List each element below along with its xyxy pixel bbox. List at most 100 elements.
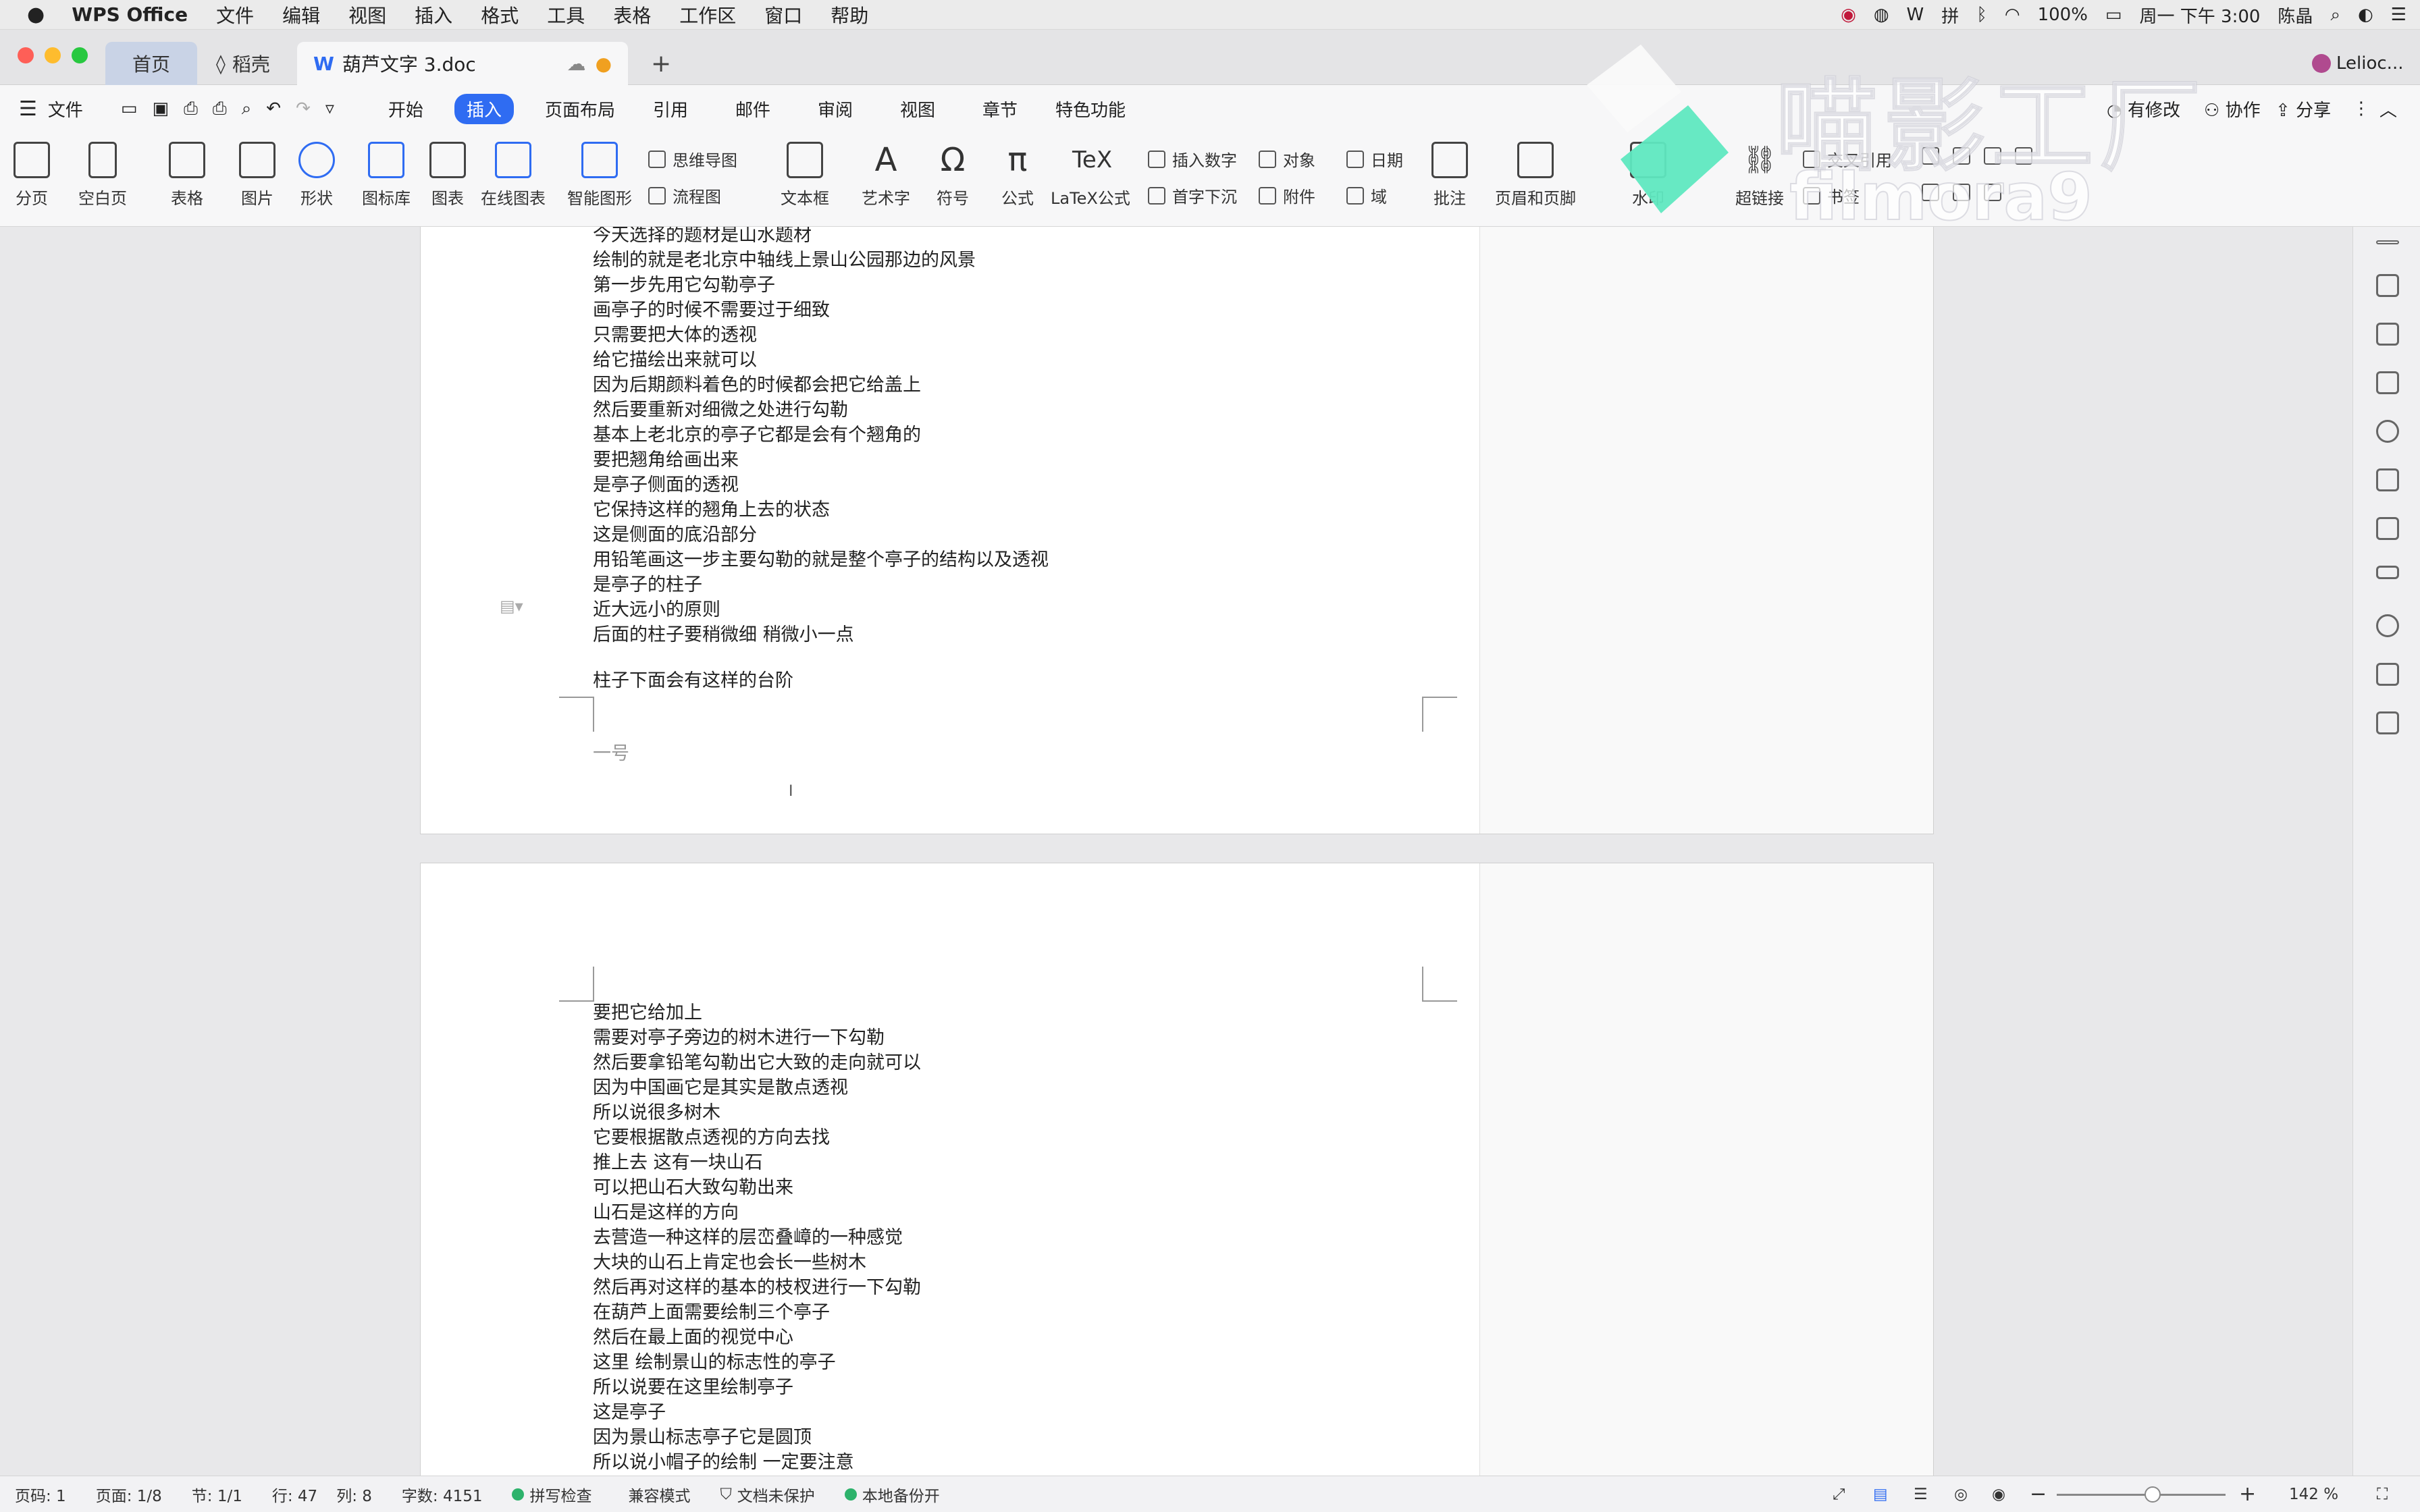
text-line[interactable]: 它要根据散点透视的方向去找: [593, 1125, 830, 1150]
zoom-out-button[interactable]: −: [2030, 1482, 2047, 1506]
minimize-window-button[interactable]: [45, 47, 61, 63]
insert-number-button[interactable]: 插入数字: [1148, 147, 1237, 171]
status-section[interactable]: 节: 1/1: [192, 1483, 242, 1506]
hyperlink-button[interactable]: ⛓ 超链接: [1735, 142, 1784, 209]
wifi-icon[interactable]: ◠: [2005, 5, 2020, 25]
fit-page-icon[interactable]: ⛶: [2377, 1486, 2388, 1503]
input-method-icon[interactable]: 拼: [1941, 3, 1959, 28]
share-button[interactable]: ⇪ 分享: [2276, 97, 2331, 122]
redo-icon[interactable]: ↷: [296, 99, 311, 119]
spell-check-button[interactable]: 拼写检查: [512, 1483, 591, 1506]
tab-page-layout[interactable]: 页面布局: [545, 97, 615, 122]
text-line[interactable]: 要把它给加上: [593, 1000, 702, 1025]
crossref-button[interactable]: 交叉引用: [1803, 147, 1892, 171]
text-line[interactable]: 画亭子的时候不需要过于细致: [593, 298, 830, 323]
latex-button[interactable]: TeX LaTeX公式: [1051, 142, 1130, 209]
symbol-button[interactable]: Ω 符号: [935, 142, 971, 209]
text-line[interactable]: 大块的山石上肯定也会长一些树木: [593, 1250, 866, 1275]
menu-window[interactable]: 窗口: [764, 1, 802, 28]
open-folder-icon[interactable]: ▭: [121, 99, 138, 119]
wechat-icon[interactable]: ◍: [1874, 5, 1889, 25]
page-1-footer-text[interactable]: 一号: [593, 741, 629, 766]
watermark-button[interactable]: 水印: [1630, 142, 1666, 209]
text-line[interactable]: 可以把山石大致勾勒出来: [593, 1175, 793, 1200]
text-line[interactable]: 然后再对这样的基本的枝杈进行一下勾勒: [593, 1275, 921, 1300]
form-frame-icon[interactable]: [1922, 184, 1939, 201]
battery-icon[interactable]: ▭: [2105, 5, 2122, 25]
text-line[interactable]: 后面的柱子要稍微细 稍微小一点: [593, 622, 854, 647]
shapes-icon[interactable]: [2376, 323, 2399, 346]
tab-daoke[interactable]: ◊ 稻壳: [200, 42, 294, 85]
table-button[interactable]: 表格: [169, 142, 205, 209]
image-icon[interactable]: [2376, 711, 2399, 734]
local-backup-button[interactable]: 本地备份开: [844, 1483, 940, 1506]
menu-insert[interactable]: 插入: [415, 1, 452, 28]
save-icon[interactable]: ▣: [153, 99, 169, 119]
form-checkbox-icon[interactable]: [1953, 147, 1970, 165]
form-list-icon[interactable]: [1984, 147, 2001, 165]
fullscreen-icon[interactable]: ⤢: [1833, 1486, 1845, 1503]
print-icon[interactable]: ⎙: [213, 99, 227, 119]
text-line[interactable]: 第一步先用它勾勒亭子: [593, 273, 775, 298]
collab-button[interactable]: ⚇ 协作: [2204, 97, 2261, 122]
comment-button[interactable]: 批注: [1431, 142, 1468, 209]
tab-references[interactable]: 引用: [653, 97, 688, 122]
status-words[interactable]: 字数: 4151: [402, 1483, 483, 1506]
form-spin-icon[interactable]: [1984, 184, 2001, 201]
outline-view-icon[interactable]: ☰: [1914, 1486, 1928, 1503]
tab-chapter[interactable]: 章节: [982, 97, 1018, 122]
text-line[interactable]: 近大远小的原则: [593, 597, 720, 622]
text-line[interactable]: 因为景山标志亭子它是圆顶: [593, 1425, 812, 1450]
collapse-ribbon-icon[interactable]: ︿: [2379, 97, 2397, 122]
text-line[interactable]: 所以说很多树木: [593, 1100, 720, 1125]
text-line[interactable]: 只需要把大体的透视: [593, 323, 757, 348]
tab-special[interactable]: 特色功能: [1055, 97, 1126, 122]
zoom-slider[interactable]: [2057, 1486, 2226, 1503]
tab-home[interactable]: 首页: [105, 42, 197, 85]
text-line[interactable]: 因为中国画它是其实是散点透视: [593, 1075, 848, 1100]
tab-insert[interactable]: 插入: [454, 93, 514, 124]
print-preview-icon[interactable]: ⌕: [242, 99, 252, 119]
account-button[interactable]: Lelioc...: [2296, 42, 2420, 85]
undo-icon[interactable]: ↶: [266, 99, 281, 119]
tab-view[interactable]: 视图: [900, 97, 935, 122]
text-line[interactable]: 绘制的就是老北京中轴线上景山公园那边的风景: [593, 248, 976, 273]
bookmark-button[interactable]: 书签: [1803, 184, 1860, 207]
clock[interactable]: 周一 下午 3:00: [2140, 3, 2261, 28]
zoom-in-button[interactable]: +: [2239, 1482, 2256, 1506]
modified-button[interactable]: ◔ 有修改: [2107, 97, 2180, 122]
shape-button[interactable]: 形状: [298, 142, 335, 209]
text-line[interactable]: 它保持这样的翘角上去的状态: [593, 497, 830, 522]
tab-review[interactable]: 审阅: [818, 97, 853, 122]
text-line[interactable]: 山石是这样的方向: [593, 1200, 739, 1225]
text-line[interactable]: 这里 绘制景山的标志性的亭子: [593, 1350, 836, 1375]
zoom-window-button[interactable]: [72, 47, 88, 63]
mindmap-button[interactable]: 思维导图: [648, 147, 737, 171]
tab-mail[interactable]: 邮件: [735, 97, 770, 122]
text-line[interactable]: 给它描绘出来就可以: [593, 348, 757, 373]
doc-protect-button[interactable]: ⛉ 文档未保护: [720, 1483, 814, 1506]
text-line[interactable]: 推上去 这有一块山石: [593, 1150, 763, 1175]
translate-icon[interactable]: [2376, 663, 2399, 686]
history-icon[interactable]: [2376, 614, 2399, 637]
text-line[interactable]: 基本上老北京的亭子它都是会有个翘角的: [593, 423, 921, 448]
page-break-button[interactable]: 分页: [14, 142, 50, 209]
text-line[interactable]: 然后在最上面的视觉中心: [593, 1325, 793, 1350]
attachment-button[interactable]: 附件: [1259, 184, 1315, 207]
field-button[interactable]: 域: [1346, 184, 1387, 207]
paragraph-handle-icon[interactable]: ▤▾: [500, 597, 523, 616]
style-icon[interactable]: [2376, 371, 2399, 394]
siri-icon[interactable]: ◐: [2358, 5, 2373, 25]
wps-tray-icon[interactable]: W: [1907, 5, 1924, 25]
menu-file[interactable]: 文件: [216, 1, 254, 28]
record-icon[interactable]: ◉: [1841, 5, 1856, 25]
textbox-button[interactable]: 文本框: [781, 142, 829, 209]
online-chart-button[interactable]: 在线图表: [481, 142, 546, 209]
menu-view[interactable]: 视图: [348, 1, 386, 28]
close-window-button[interactable]: [18, 47, 34, 63]
compat-mode-label[interactable]: 兼容模式: [628, 1483, 690, 1506]
flowchart-button[interactable]: 流程图: [648, 184, 721, 207]
cloud-icon[interactable]: ☁: [567, 53, 586, 75]
object-button[interactable]: 对象: [1259, 147, 1315, 171]
menu-format[interactable]: 格式: [481, 1, 519, 28]
